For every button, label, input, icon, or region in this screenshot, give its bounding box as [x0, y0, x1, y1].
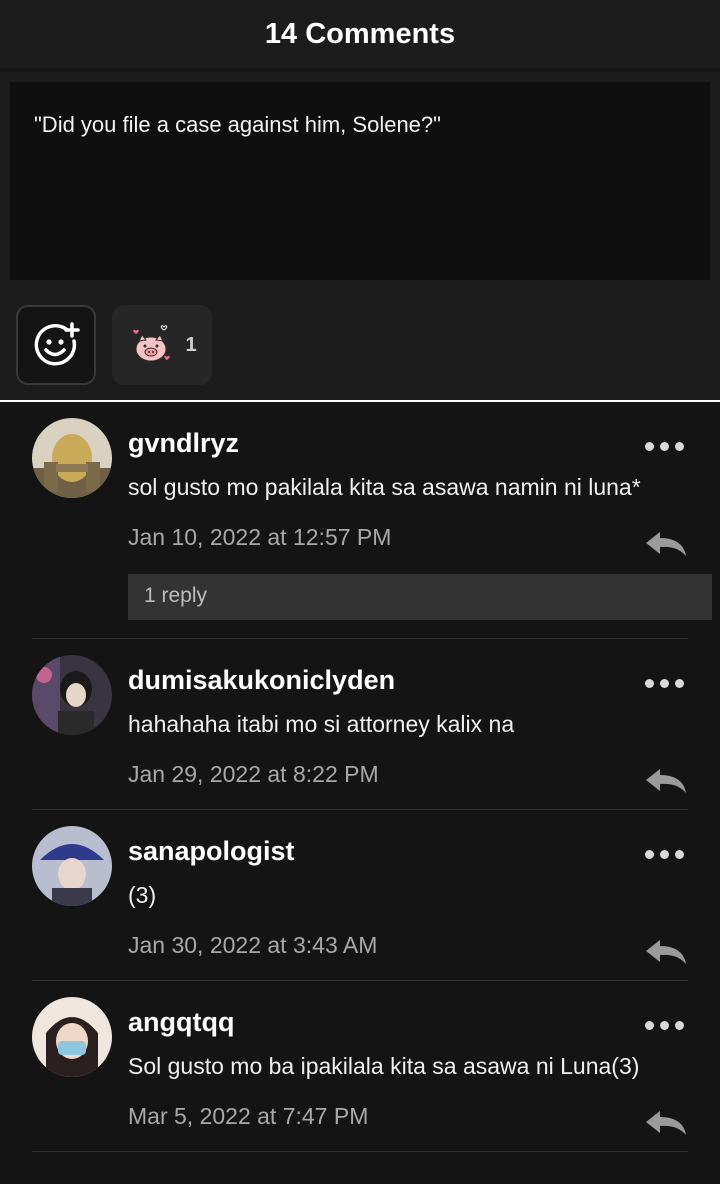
- comment-text: (3): [128, 882, 157, 908]
- post-quote-panel: "Did you file a case against him, Solene…: [0, 72, 720, 290]
- comment-date: Jan 30, 2022 at 3:43 AM: [128, 932, 378, 958]
- comment-item: gvndlryz sol gusto mo pakilala kita sa a…: [32, 402, 712, 639]
- more-options-button[interactable]: [641, 675, 688, 692]
- comment-date: Mar 5, 2022 at 7:47 PM: [128, 1103, 369, 1129]
- reply-arrow-icon[interactable]: [644, 938, 688, 966]
- avatar[interactable]: [32, 826, 112, 906]
- avatar-image: [32, 997, 112, 1077]
- comment-username[interactable]: angqtqq: [128, 1007, 688, 1043]
- comment-date: Jan 10, 2022 at 12:57 PM: [128, 524, 392, 550]
- avatar[interactable]: [32, 655, 112, 735]
- comments-header: 14 Comments: [0, 0, 720, 72]
- comment-username[interactable]: dumisakukoniclyden: [128, 665, 688, 701]
- reaction-bar: 1: [0, 290, 720, 402]
- pig-sticker-icon: [133, 325, 171, 362]
- comment-text: Sol gusto mo ba ipakilala kita sa asawa …: [128, 1053, 640, 1079]
- comment-item: angqtqq Sol gusto mo ba ipakilala kita s…: [32, 981, 688, 1152]
- reaction-count: 1: [185, 333, 197, 356]
- more-options-button[interactable]: [641, 1017, 688, 1034]
- reply-arrow-icon[interactable]: [644, 530, 688, 558]
- comments-count-title: 14 Comments: [264, 17, 456, 50]
- comment-date: Jan 29, 2022 at 8:22 PM: [128, 761, 379, 787]
- view-replies-button[interactable]: 1 reply: [128, 574, 712, 620]
- comment-text: hahahaha itabi mo si attorney kalix na: [128, 711, 515, 737]
- reply-arrow-icon[interactable]: [644, 767, 688, 795]
- avatar[interactable]: [32, 418, 112, 498]
- avatar[interactable]: [32, 997, 112, 1077]
- comment-username[interactable]: gvndlryz: [128, 428, 688, 464]
- smiley-plus-icon: [34, 322, 80, 366]
- post-quote: "Did you file a case against him, Solene…: [10, 82, 710, 280]
- comment-username[interactable]: sanapologist: [128, 836, 688, 872]
- avatar-image: [32, 655, 112, 735]
- reaction-sticker-chip[interactable]: 1: [112, 305, 212, 385]
- reply-arrow-icon[interactable]: [644, 1109, 688, 1137]
- avatar-image: [32, 826, 112, 906]
- avatar-image: [32, 418, 112, 498]
- more-options-button[interactable]: [641, 846, 688, 863]
- comment-item: sanapologist (3) Jan 30, 2022 at 3:43 AM: [32, 810, 688, 981]
- comment-item: dumisakukoniclyden hahahaha itabi mo si …: [32, 639, 688, 810]
- more-options-button[interactable]: [641, 438, 688, 455]
- add-reaction-button[interactable]: [16, 305, 96, 385]
- comment-list: gvndlryz sol gusto mo pakilala kita sa a…: [0, 402, 720, 1152]
- comment-text: sol gusto mo pakilala kita sa asawa nami…: [128, 474, 641, 500]
